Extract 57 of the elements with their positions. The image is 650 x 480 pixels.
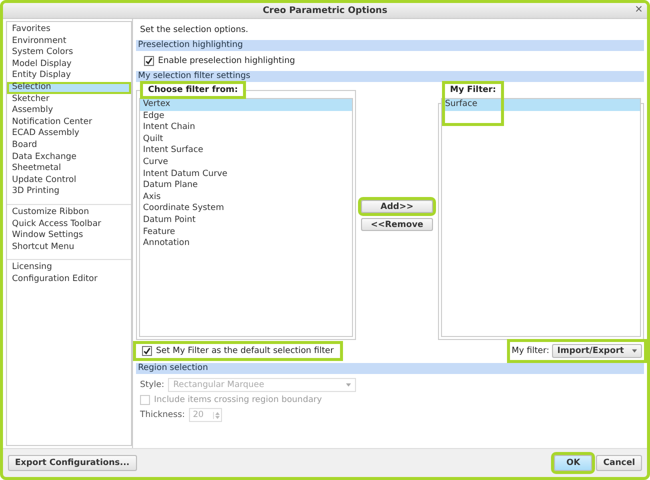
sidebar-item[interactable]: Customize Ribbon	[7, 206, 131, 218]
sidebar-item[interactable]: Licensing	[7, 262, 131, 274]
list-item[interactable]: Vertex	[140, 99, 352, 111]
sidebar-item[interactable]: Data Exchange	[7, 152, 131, 164]
checkbox-label: Enable preselection highlighting	[158, 56, 296, 66]
list-item[interactable]: Surface	[442, 99, 640, 111]
close-button[interactable]: ×	[632, 4, 645, 15]
checkbox[interactable]	[142, 346, 152, 356]
sidebar-item[interactable]: Entity Display	[7, 70, 131, 82]
section-header: My selection filter settings	[136, 71, 644, 82]
caret-icon	[632, 349, 637, 353]
list-item[interactable]: Axis	[140, 192, 352, 204]
sidebar-item[interactable]: Board	[7, 140, 131, 152]
sidebar-item[interactable]: System Colors	[7, 47, 131, 59]
intro-text: Set the selection options.	[139, 24, 250, 37]
sidebar-item[interactable]: Window Settings	[7, 230, 131, 242]
sidebar-item[interactable]: Shortcut Menu	[7, 242, 131, 254]
sidebar-item[interactable]: Assembly	[7, 105, 131, 117]
window-title: Creo Parametric Options	[262, 6, 388, 16]
list-item[interactable]: Intent Surface	[140, 145, 352, 157]
checkbox[interactable]	[144, 56, 154, 66]
style-label: Style:	[140, 380, 164, 390]
caret-icon	[346, 383, 352, 387]
ok-button[interactable]: OK	[554, 455, 592, 471]
cancel-button[interactable]: Cancel	[596, 455, 642, 471]
sidebar-item[interactable]: Sketcher	[7, 94, 131, 106]
list-item[interactable]: Intent Chain	[140, 122, 352, 134]
list-item[interactable]: Curve	[140, 156, 352, 169]
checkbox-label: Set My Filter as the default selection filter	[156, 346, 334, 356]
list-item[interactable]: Feature	[140, 226, 352, 238]
section-header: Region selection	[136, 363, 644, 374]
list-item[interactable]: Annotation	[140, 238, 352, 250]
sidebar-item[interactable]: Notification Center	[7, 116, 131, 128]
list-item[interactable]: Edge	[140, 110, 352, 122]
sidebar-item[interactable]: Update Control	[7, 174, 131, 186]
list-item[interactable]: Coordinate System	[140, 203, 352, 215]
remove-button[interactable]: <<Remove	[361, 218, 433, 230]
sidebar-item[interactable]: Configuration Editor	[7, 274, 131, 286]
checkbox-label: Include items crossing region boundary	[154, 395, 322, 405]
sidebar-item[interactable]: Quick Access Toolbar	[7, 218, 131, 230]
group-label: Choose filter from:	[143, 84, 243, 96]
list-item[interactable]: Intent Datum Curve	[140, 168, 352, 180]
sidebar-item[interactable]: Model Display	[7, 58, 131, 70]
list-item[interactable]: Quilt	[140, 134, 352, 146]
sidebar-item[interactable]: 3D Printing	[7, 186, 131, 198]
sidebar-item[interactable]: Favorites	[7, 24, 131, 36]
sidebar-item[interactable]: Sheetmetal	[7, 163, 131, 175]
section-header: Preselection highlighting	[136, 40, 644, 51]
list-item[interactable]: Datum Plane	[140, 180, 352, 192]
sidebar-item[interactable]: Environment	[7, 36, 131, 48]
sidebar-item[interactable]: Selection	[7, 82, 131, 94]
sidebar-item[interactable]: ECAD Assembly	[7, 128, 131, 140]
export-button[interactable]: Export Configurations...	[8, 455, 137, 471]
list-item[interactable]: Datum Point	[140, 214, 352, 227]
my-filter-label: My filter:	[512, 346, 550, 356]
import-export-button[interactable]: Import/Export	[552, 344, 642, 358]
thickness-label: Thickness:	[140, 410, 185, 420]
